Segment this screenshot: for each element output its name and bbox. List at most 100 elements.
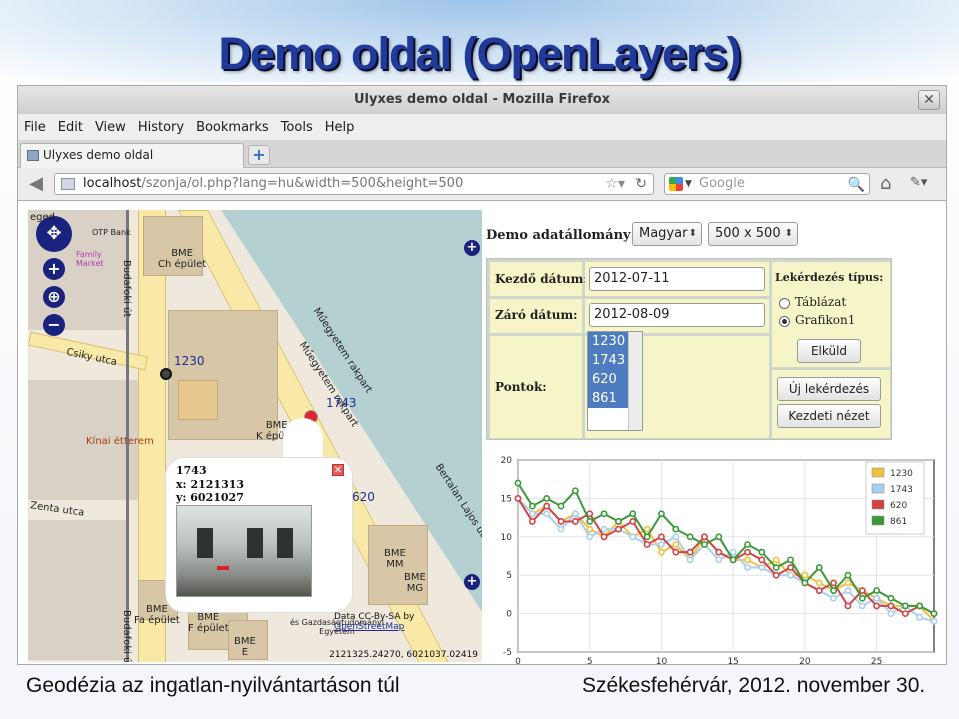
- page-favicon-icon: [27, 150, 39, 161]
- point-option-861[interactable]: 861: [588, 389, 629, 408]
- reload-icon[interactable]: ↻: [635, 174, 647, 194]
- tab-title: Ulyxes demo oldal: [43, 148, 154, 162]
- chevron-updown-icon: ⬍: [784, 228, 793, 239]
- map-label-bme-e: BME E: [234, 636, 256, 658]
- new-query-button[interactable]: Új lekérdezés: [777, 377, 881, 401]
- map-label-bme-mg: BME MG: [404, 572, 426, 594]
- chart-point-1743: [787, 571, 794, 579]
- chart-point-1230: [658, 548, 665, 556]
- openlayers-map[interactable]: ✥ + ⊕ − + + eged OTP Bank Family Market …: [28, 210, 482, 662]
- chart-point-620: [873, 602, 881, 610]
- window-titlebar: Ulyxes demo oldal - Mozilla Firefox ✕: [18, 86, 946, 114]
- station-photo: [176, 505, 312, 597]
- popup-x-coordinate: x: 2121313: [176, 478, 245, 491]
- point-option-620[interactable]: 620: [588, 370, 629, 389]
- language-select[interactable]: Magyar ⬍: [632, 222, 702, 246]
- chart-legend-swatch-620: [871, 499, 885, 510]
- chart-legend-label-1743: 1743: [890, 485, 913, 495]
- chart-point-620: [615, 525, 622, 533]
- chart-point-1743: [916, 614, 924, 621]
- chart-point-1230: [586, 525, 594, 533]
- zoom-world-icon[interactable]: ⊕: [43, 286, 65, 308]
- start-date-input[interactable]: 2012-07-11: [589, 267, 765, 291]
- addon-icon[interactable]: ✎▾: [910, 175, 927, 190]
- engine-dropdown-icon[interactable]: ▼: [685, 174, 692, 194]
- point-option-1230[interactable]: 1230: [588, 332, 629, 351]
- close-window-button[interactable]: ✕: [918, 90, 940, 110]
- search-icon[interactable]: 🔍: [848, 175, 865, 195]
- photo-marker: [217, 566, 229, 570]
- bookmark-star-icon[interactable]: ☆▾: [605, 174, 625, 194]
- chart-point-861: [643, 533, 651, 541]
- chart-point-861: [916, 602, 924, 610]
- chart-point-620: [686, 548, 694, 556]
- navigation-bar: ◀ localhost/szonja/ol.php?lang=hu&width=…: [18, 168, 946, 201]
- menu-view[interactable]: View: [95, 120, 126, 135]
- chart-point-1743: [873, 594, 881, 602]
- page-content: ✥ + ⊕ − + + eged OTP Bank Family Market …: [18, 206, 946, 665]
- new-tab-button[interactable]: +: [248, 145, 270, 165]
- chart-point-620: [715, 548, 723, 556]
- chart-legend-label-620: 620: [890, 501, 907, 511]
- chart-point-1743: [658, 541, 665, 548]
- google-engine-icon[interactable]: [669, 177, 683, 191]
- size-select[interactable]: 500 x 500 ⬍: [708, 222, 798, 246]
- chart-point-1230: [672, 541, 680, 548]
- chart-point-620: [528, 518, 536, 525]
- home-icon[interactable]: ⌂: [880, 173, 891, 194]
- menu-tools[interactable]: Tools: [281, 120, 313, 135]
- chart-point-620: [758, 556, 766, 564]
- chart-point-861: [600, 510, 608, 518]
- radio-table[interactable]: [779, 298, 790, 309]
- listbox-scrollbar[interactable]: [628, 332, 642, 430]
- chart-point-1230: [772, 556, 780, 564]
- openstreetmap-link[interactable]: OpenStreetMap: [334, 622, 404, 632]
- site-identity-icon: [61, 178, 75, 190]
- chart-point-1743: [571, 510, 579, 518]
- url-input[interactable]: localhost/szonja/ol.php?lang=hu&width=50…: [54, 173, 654, 195]
- point-option-1743[interactable]: 1743: [588, 351, 629, 370]
- chart-point-620: [701, 533, 708, 541]
- search-input[interactable]: ▼ Google 🔍: [664, 173, 870, 195]
- start-view-button[interactable]: Kezdeti nézet: [777, 404, 881, 428]
- menu-edit[interactable]: Edit: [58, 120, 83, 135]
- back-arrow-icon[interactable]: ◀: [24, 173, 48, 195]
- station-label-620: 620: [352, 490, 375, 504]
- end-date-input[interactable]: 2012-08-09: [589, 303, 765, 327]
- chart-point-861: [528, 502, 536, 510]
- chart-y-tick-label: 20: [501, 456, 513, 466]
- zoom-out-button[interactable]: −: [43, 314, 65, 336]
- layer-switcher-plus-icon-2[interactable]: +: [464, 574, 480, 590]
- zoom-in-button[interactable]: +: [43, 258, 65, 280]
- menu-help[interactable]: Help: [325, 120, 355, 135]
- station-label-1743: 1743: [326, 396, 357, 410]
- send-button[interactable]: Elküld: [797, 339, 861, 363]
- layer-switcher-plus-icon[interactable]: +: [464, 240, 480, 256]
- chart-point-620: [887, 602, 895, 610]
- tab-ulyxes[interactable]: Ulyxes demo oldal: [20, 143, 244, 168]
- chart-point-1743: [686, 556, 694, 564]
- query-panel: Demo adatállomány Magyar ⬍ 500 x 500 ⬍ Kez…: [486, 206, 946, 665]
- slide-footer-right: Székesfehérvár, 2012. november 30.: [582, 674, 926, 697]
- chart-point-861: [514, 479, 522, 487]
- menu-file[interactable]: File: [24, 120, 46, 135]
- chart-point-861: [629, 510, 637, 518]
- chart-point-620: [844, 602, 852, 610]
- chart-point-620: [658, 533, 665, 541]
- points-listbox[interactable]: 1230 1743 620 861: [587, 331, 643, 431]
- radio-chart[interactable]: [779, 316, 790, 327]
- popup-close-icon[interactable]: ✕: [332, 464, 344, 476]
- station-marker-1230[interactable]: [160, 368, 172, 380]
- query-form: Kezdő dátum: 2012-07-11 Záró dátum: 2012…: [486, 258, 892, 440]
- menu-history[interactable]: History: [138, 120, 184, 135]
- map-label-otp: OTP Bank: [92, 228, 131, 237]
- chart-point-1743: [715, 556, 723, 564]
- url-path: /szonja/ol.php?lang=hu&width=500&height=…: [141, 176, 464, 191]
- chart-x-tick-label: 15: [727, 657, 738, 665]
- chart-point-620: [557, 518, 565, 525]
- menu-bookmarks[interactable]: Bookmarks: [196, 120, 269, 135]
- menu-bar: File Edit View History Bookmarks Tools H…: [18, 114, 946, 140]
- chart-y-tick-label: 5: [506, 571, 512, 581]
- chart-point-861: [571, 487, 579, 495]
- chart-point-620: [744, 548, 751, 556]
